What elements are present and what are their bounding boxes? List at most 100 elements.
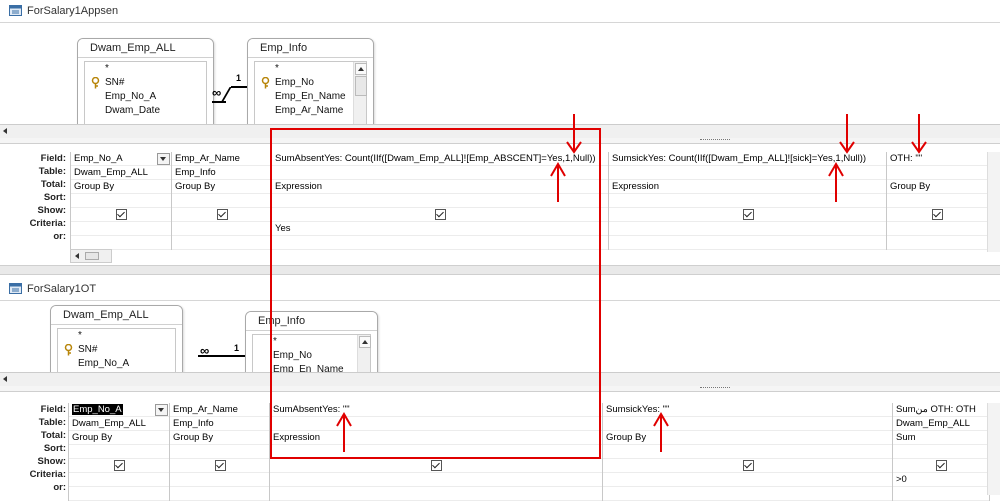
criteria-cell[interactable] — [172, 222, 272, 236]
grid-column[interactable]: SumsickYes: "" Group By — [602, 403, 893, 501]
criteria-cell[interactable] — [69, 473, 170, 487]
total-cell[interactable]: Group By — [69, 431, 170, 445]
field-cell[interactable]: Emp_Ar_Name — [172, 152, 272, 166]
criteria-cell[interactable]: >0 — [893, 473, 989, 487]
field-cell[interactable]: Emp_Ar_Name — [170, 403, 270, 417]
sort-cell[interactable] — [69, 445, 170, 459]
field-item[interactable]: Emp_Ar_Name — [255, 104, 366, 118]
show-cell[interactable] — [887, 208, 987, 222]
field-cell[interactable]: Sumمن OTH: OTH — [893, 403, 989, 417]
show-cell[interactable] — [69, 459, 170, 473]
or-cell[interactable] — [71, 236, 172, 250]
field-item[interactable]: * — [85, 62, 206, 76]
sort-cell[interactable] — [603, 445, 893, 459]
table-box-title[interactable]: Emp_Info — [248, 39, 373, 58]
field-item[interactable]: Emp_En_Name — [255, 90, 366, 104]
sort-cell[interactable] — [609, 194, 887, 208]
show-cell[interactable] — [170, 459, 270, 473]
sort-cell[interactable] — [170, 445, 270, 459]
table-cell[interactable]: Dwam_Emp_ALL — [69, 417, 170, 431]
field-cell[interactable]: SumsickYes: "" — [603, 403, 893, 417]
scroll-up-icon[interactable] — [355, 63, 367, 75]
field-item[interactable]: * — [255, 62, 366, 76]
scroll-thumb[interactable] — [355, 76, 367, 96]
table-box-dwam-emp-all[interactable]: Dwam_Emp_ALL * SN# Emp_No_A — [50, 305, 183, 372]
or-cell[interactable] — [69, 487, 170, 501]
total-cell[interactable]: Group By — [71, 180, 172, 194]
criteria-cell[interactable] — [887, 222, 987, 236]
grid-column[interactable]: OTH: "" Group By — [886, 152, 988, 250]
show-checkbox[interactable] — [114, 459, 125, 471]
splitter-grip[interactable] — [700, 139, 730, 142]
grid-column[interactable]: Emp_No_A Dwam_Emp_ALL Group By — [68, 403, 170, 501]
grid-column[interactable]: Emp_Ar_Name Emp_Info Group By — [171, 152, 272, 250]
scroll-left-icon[interactable] — [75, 253, 79, 259]
criteria-cell[interactable] — [170, 473, 270, 487]
show-checkbox[interactable] — [742, 459, 754, 471]
show-cell[interactable] — [893, 459, 989, 473]
table-cell[interactable]: Emp_Info — [170, 417, 270, 431]
criteria-cell[interactable] — [71, 222, 172, 236]
or-cell[interactable] — [887, 236, 987, 250]
field-cell[interactable]: SumsickYes: Count(IIf([Dwam_Emp_ALL]![si… — [609, 152, 887, 166]
table-field-list[interactable]: * SN# Emp_No_A — [57, 328, 176, 372]
scroll-left-icon[interactable] — [3, 128, 7, 134]
sort-cell[interactable] — [172, 194, 272, 208]
table-cell[interactable] — [887, 166, 987, 180]
dropdown-arrow-icon[interactable] — [155, 404, 168, 416]
show-checkbox[interactable] — [214, 459, 226, 471]
table-box-title[interactable]: Dwam_Emp_ALL — [78, 39, 213, 58]
join-line[interactable] — [220, 87, 232, 103]
show-checkbox[interactable] — [742, 208, 754, 220]
scroll-left-icon[interactable] — [3, 376, 7, 382]
total-cell[interactable]: Sum — [893, 431, 989, 445]
show-cell[interactable] — [603, 459, 893, 473]
grid-horizontal-scrollbar[interactable] — [70, 249, 112, 263]
scroll-thumb[interactable] — [85, 252, 99, 260]
sort-cell[interactable] — [893, 445, 989, 459]
table-cell[interactable]: Dwam_Emp_ALL — [893, 417, 989, 431]
grid-column[interactable]: SumsickYes: Count(IIf([Dwam_Emp_ALL]![si… — [608, 152, 887, 250]
field-item[interactable]: SN# — [85, 76, 206, 90]
field-value-selected[interactable]: Emp_No_A — [72, 404, 123, 415]
show-cell[interactable] — [270, 459, 603, 473]
field-cell[interactable]: Emp_No_A — [71, 152, 172, 166]
join-line[interactable] — [231, 86, 247, 88]
or-cell[interactable] — [603, 487, 893, 501]
criteria-cell[interactable] — [270, 473, 603, 487]
show-checkbox[interactable] — [431, 459, 442, 471]
grid-column[interactable]: Sumمن OTH: OTH Dwam_Emp_ALL Sum >0 — [892, 403, 990, 501]
grid-vertical-scrollbar[interactable] — [987, 403, 1000, 495]
or-cell[interactable] — [172, 236, 272, 250]
show-checkbox[interactable] — [935, 459, 947, 471]
table-box-title[interactable]: Dwam_Emp_ALL — [51, 306, 182, 325]
show-cell[interactable] — [172, 208, 272, 222]
field-item[interactable]: * — [58, 329, 175, 343]
table-cell[interactable]: Dwam_Emp_ALL — [71, 166, 172, 180]
show-checkbox[interactable] — [216, 208, 228, 220]
query-1-table-diagram[interactable]: Dwam_Emp_ALL * SN# Emp_No_A Dwam_Date ∞ … — [0, 23, 1000, 140]
field-item[interactable]: Emp_No_A — [58, 357, 175, 371]
show-checkbox[interactable] — [116, 208, 127, 220]
field-cell[interactable]: OTH: "" — [887, 152, 987, 166]
show-cell[interactable] — [609, 208, 887, 222]
show-checkbox[interactable] — [931, 208, 943, 220]
table-cell[interactable]: Emp_Info — [172, 166, 272, 180]
total-cell[interactable]: Group By — [170, 431, 270, 445]
or-cell[interactable] — [170, 487, 270, 501]
criteria-cell[interactable] — [609, 222, 887, 236]
query-1-titlebar[interactable]: ForSalary1Appsen — [0, 0, 1000, 23]
table-cell[interactable] — [603, 417, 893, 431]
total-cell[interactable]: Group By — [172, 180, 272, 194]
grid-vertical-scrollbar[interactable] — [987, 152, 1000, 252]
field-cell[interactable]: Emp_No_A — [69, 403, 170, 417]
table-cell[interactable] — [609, 166, 887, 180]
show-cell[interactable] — [71, 208, 172, 222]
total-cell[interactable]: Group By — [603, 431, 893, 445]
splitter-grip[interactable] — [700, 387, 730, 390]
total-cell[interactable]: Group By — [887, 180, 987, 194]
field-item[interactable]: Emp_No — [255, 76, 366, 90]
field-item[interactable]: Emp_No_A — [85, 90, 206, 104]
total-cell[interactable]: Expression — [609, 180, 887, 194]
sort-cell[interactable] — [887, 194, 987, 208]
